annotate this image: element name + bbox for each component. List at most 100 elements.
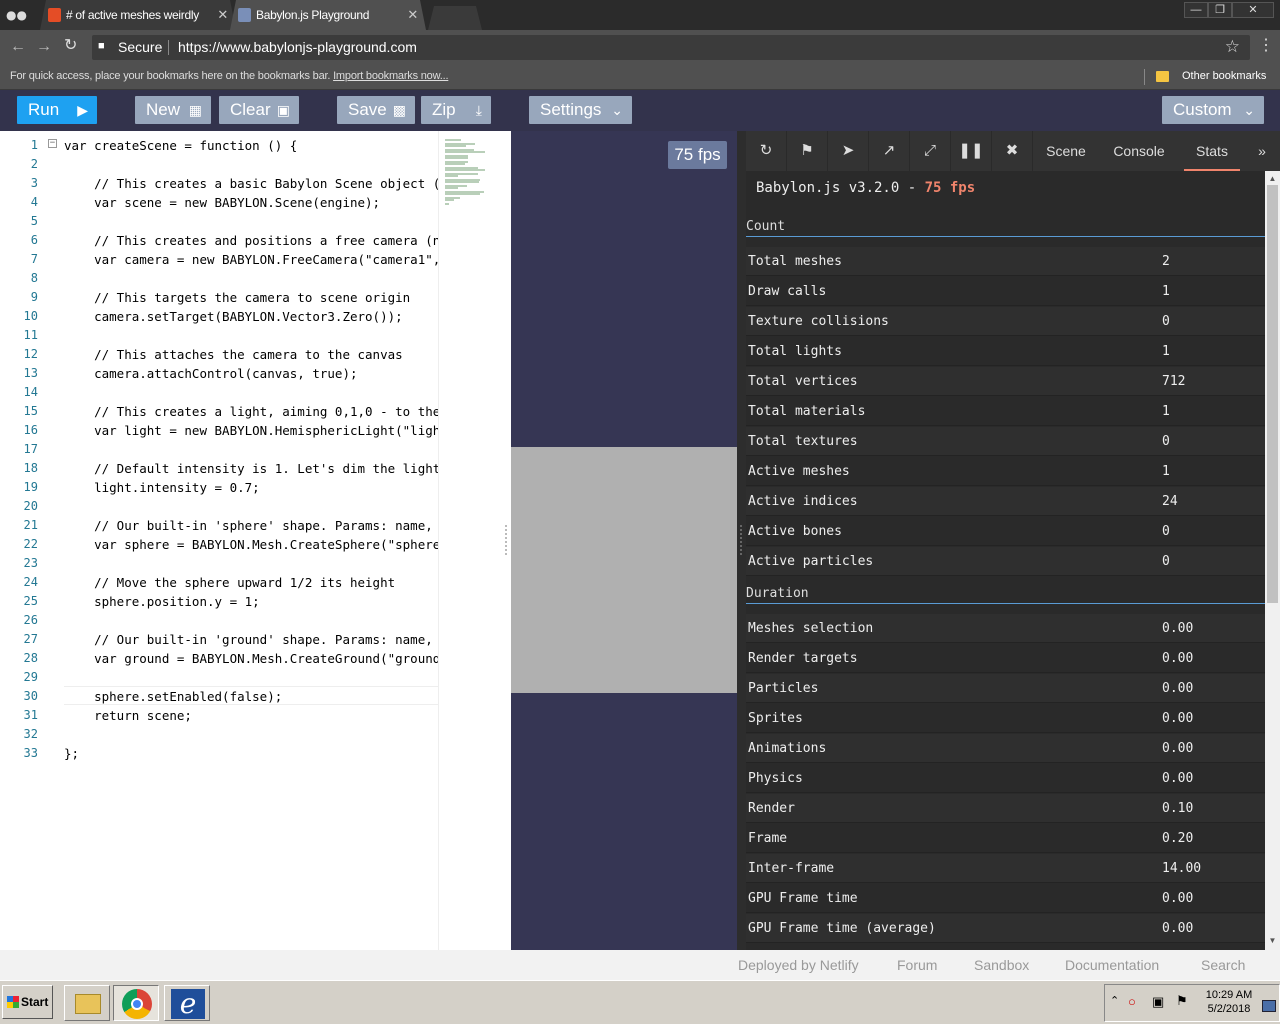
code-line: var scene = new BABYLON.Scene(engine); — [64, 195, 381, 210]
code-line: light.intensity = 0.7; — [64, 480, 260, 495]
line-number: 26 — [23, 613, 38, 627]
code-line: var ground = BABYLON.Mesh.CreateGround("… — [94, 651, 438, 666]
start-button[interactable]: Start — [2, 985, 53, 1019]
minimap-line — [445, 157, 468, 159]
folder-icon — [75, 994, 101, 1014]
clear-button[interactable]: Clear ▣ — [219, 96, 299, 124]
stat-value: 14.00 — [1162, 861, 1202, 876]
fold-toggle-icon[interactable]: − — [48, 139, 57, 148]
line-number: 5 — [30, 214, 38, 228]
footer-link-search[interactable]: Search — [1201, 950, 1245, 980]
more-tabs-icon[interactable]: » — [1248, 131, 1276, 171]
tab-scene[interactable]: Scene — [1034, 131, 1098, 171]
taskbar-explorer[interactable] — [64, 985, 110, 1021]
custom-button[interactable]: Custom ⌄ — [1162, 96, 1264, 124]
stat-row: Animations 0.00 — [746, 734, 1265, 763]
code-line: // Default intensity is 1. Let's dim the… — [94, 461, 438, 476]
browser-tab-playground[interactable]: Babylon.js Playground ✕ — [230, 0, 426, 30]
line-number: 28 — [23, 651, 38, 665]
omnibox[interactable]: ■ Secure https://www.babylonjs-playgroun… — [92, 35, 1250, 60]
minimap-line — [445, 163, 465, 165]
refresh-icon[interactable]: ↻ — [746, 131, 787, 171]
stat-value: 0.00 — [1162, 891, 1194, 906]
stat-row: GPU Frame time 0.00 — [746, 884, 1265, 913]
volume-muted-icon[interactable]: ○ — [1128, 994, 1136, 1009]
chevron-down-icon: ⌄ — [611, 102, 623, 118]
scroll-up-icon[interactable]: ▲ — [1265, 174, 1280, 183]
minimap-line — [445, 151, 485, 153]
close-icon[interactable]: ✖ — [992, 131, 1033, 171]
stat-value: 0 — [1162, 434, 1170, 449]
tab-console[interactable]: Console — [1102, 131, 1176, 171]
scroll-down-icon[interactable]: ▼ — [1265, 936, 1280, 945]
code-editor[interactable]: 1 2 3 4 5 6 7 8 9 10 11 12 13 14 15 16 17 18 19 20 21 22 23 24 2… — [0, 131, 487, 950]
stat-label: Texture collisions — [748, 314, 889, 329]
line-number: 16 — [23, 423, 38, 437]
run-button[interactable]: Run ▶ — [17, 96, 97, 124]
line-number: 7 — [30, 252, 38, 266]
scrollbar-thumb[interactable] — [1267, 185, 1278, 603]
minimap[interactable] — [438, 131, 487, 950]
code-line: camera.attachControl(canvas, true); — [64, 366, 358, 381]
section-count: Count — [746, 216, 1265, 237]
taskbar-chrome[interactable] — [113, 985, 159, 1021]
code-line: // This attaches the camera to the canva… — [64, 347, 403, 362]
splitter-grip-icon[interactable] — [505, 525, 509, 555]
stat-value: 712 — [1162, 374, 1186, 389]
footer-link-documentation[interactable]: Documentation — [1065, 950, 1159, 980]
tab-stats[interactable]: Stats — [1184, 131, 1240, 171]
taskbar-clock[interactable]: 10:29 AM 5/2/2018 — [1198, 988, 1260, 1016]
splitter-grip-icon[interactable] — [740, 525, 744, 555]
version-text: Babylon.js v3.2.0 - — [756, 180, 925, 196]
pick-cursor-icon[interactable]: ➤ — [828, 131, 869, 171]
reload-icon[interactable]: ↻ — [64, 37, 77, 55]
network-icon[interactable]: ▣ — [1152, 994, 1164, 1010]
url-text[interactable]: https://www.babylonjs-playground.com — [178, 35, 417, 60]
fullscreen-icon[interactable]: ⤢ — [910, 131, 951, 171]
taskbar-ie[interactable]: e — [164, 985, 210, 1021]
browser-tab-forum[interactable]: # of active meshes weirdly ✕ — [40, 0, 236, 30]
restore-icon[interactable]: ❐ — [1208, 2, 1232, 18]
tray-expand-icon[interactable]: ⌃ — [1110, 994, 1119, 1007]
stat-value: 0.00 — [1162, 651, 1194, 666]
save-button[interactable]: Save ▩ — [337, 96, 415, 124]
stat-value: 0 — [1162, 314, 1170, 329]
popup-icon[interactable]: ↗ — [869, 131, 910, 171]
stat-row: Total vertices 712 — [746, 367, 1265, 396]
pause-icon[interactable]: ❚❚ — [951, 131, 992, 171]
code-line: // This targets the camera to scene orig… — [64, 290, 411, 305]
start-label: Start — [21, 995, 49, 1009]
minimap-line — [445, 175, 458, 177]
footer-link-forum[interactable]: Forum — [897, 950, 937, 980]
stat-row: Frame 0.20 — [746, 824, 1265, 853]
show-desktop-icon[interactable] — [1262, 1000, 1276, 1012]
code-line: var light = new BABYLON.HemisphericLight… — [94, 423, 438, 438]
stat-label: Active meshes — [748, 464, 850, 479]
stat-label: Frame — [748, 831, 788, 846]
tag-icon[interactable]: ⚑ — [787, 131, 828, 171]
footer-link-netlify[interactable]: Deployed by Netlify — [738, 950, 859, 980]
footer-link-sandbox[interactable]: Sandbox — [974, 950, 1029, 980]
other-bookmarks[interactable]: Other bookmarks — [1182, 70, 1266, 82]
close-tab-icon[interactable]: ✕ — [407, 0, 418, 30]
back-icon[interactable]: ← — [10, 38, 26, 56]
import-bookmarks-link[interactable]: Import bookmarks now... — [333, 70, 448, 82]
stat-value: 1 — [1162, 464, 1170, 479]
line-number: 6 — [30, 233, 38, 247]
action-center-flag-icon[interactable]: ⚑ — [1176, 993, 1188, 1009]
settings-button[interactable]: Settings ⌄ — [529, 96, 632, 124]
bookmark-star-icon[interactable]: ☆ — [1225, 37, 1240, 57]
zip-button[interactable]: Zip ⤓ — [421, 96, 491, 124]
forward-icon[interactable]: → — [36, 38, 52, 56]
new-button[interactable]: New ▦ — [135, 96, 211, 124]
trash-icon: ▣ — [276, 102, 290, 118]
ie-icon: e — [171, 989, 205, 1019]
line-number: 3 — [30, 176, 38, 190]
close-window-icon[interactable]: ✕ — [1232, 2, 1274, 18]
windows-logo-icon — [7, 996, 19, 1008]
close-tab-icon[interactable]: ✕ — [217, 0, 228, 30]
stat-label: GPU Frame time — [748, 891, 858, 906]
browser-menu-icon[interactable]: ⋮ — [1258, 36, 1274, 56]
minimize-icon[interactable]: — — [1184, 2, 1208, 18]
line-number: 27 — [23, 632, 38, 646]
